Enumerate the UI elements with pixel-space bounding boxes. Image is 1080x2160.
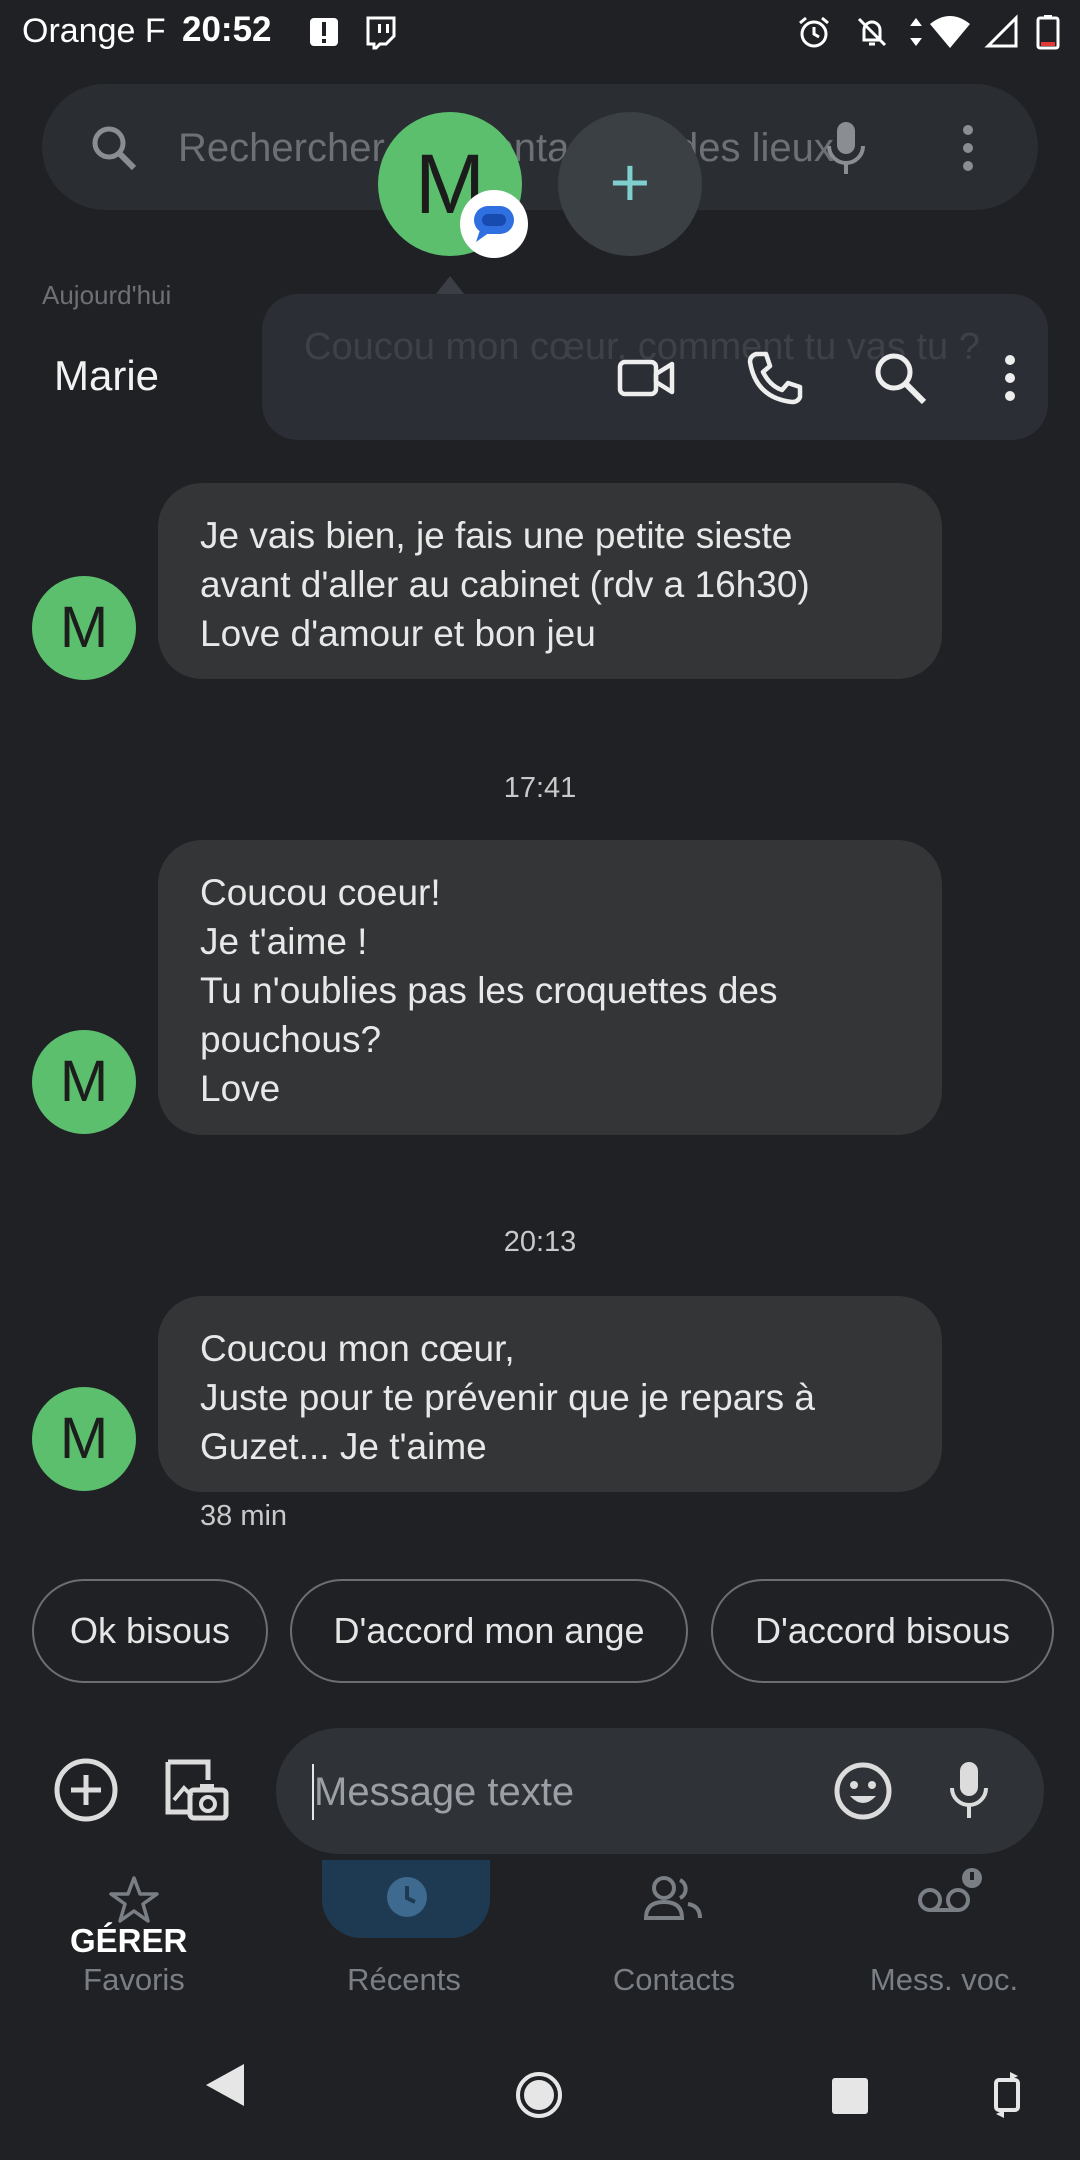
contacts-icon[interactable]	[642, 1874, 704, 1922]
twitch-icon	[366, 16, 396, 50]
smart-reply-chip[interactable]: D'accord mon ange	[290, 1579, 688, 1683]
message-line: Love	[200, 1068, 281, 1109]
voicemail-icon[interactable]	[916, 1868, 988, 1924]
recents-active-indicator	[322, 1860, 490, 1938]
smart-reply-chip[interactable]: Ok bisous	[32, 1579, 268, 1683]
mic-icon[interactable]	[824, 120, 868, 176]
messages-app-badge-icon	[460, 190, 528, 258]
wifi-icon	[930, 16, 970, 48]
section-today-label: Aujourd'hui	[42, 280, 172, 310]
alert-icon	[310, 18, 338, 46]
message-line: Tu n'oublies pas les croquettes des	[200, 970, 778, 1011]
status-bar: Orange F 20:52	[0, 0, 1080, 64]
smart-reply-chip[interactable]: D'accord bisous	[711, 1579, 1054, 1683]
nav-favoris[interactable]: Favoris	[4, 1962, 264, 1998]
gallery-camera-icon[interactable]	[160, 1754, 232, 1826]
message-timestamp: 20:13	[503, 1226, 577, 1258]
message-bubble[interactable]: Je vais bien, je fais une petite sieste …	[158, 483, 942, 679]
phone-call-icon[interactable]	[742, 346, 806, 410]
contact-name-title: Marie	[54, 352, 160, 399]
message-line: Je vais bien, je fais une petite sieste	[200, 515, 793, 556]
contacts-search-bar[interactable]: Rechercher des contacts et des lieux	[42, 84, 1038, 210]
video-call-icon[interactable]	[614, 346, 678, 410]
search-icon[interactable]	[868, 346, 932, 410]
battery-icon	[1036, 15, 1060, 50]
more-vert-icon[interactable]	[990, 346, 1030, 410]
new-bubble-plus-button[interactable]: +	[558, 112, 702, 256]
cell-signal-icon	[984, 14, 1018, 48]
message-line: Coucou coeur!	[200, 872, 441, 913]
add-attachment-icon[interactable]	[50, 1754, 122, 1826]
emoji-icon[interactable]	[832, 1760, 894, 1822]
message-line: Juste pour te prévenir que je repars à	[200, 1377, 815, 1418]
message-line: Je t'aime !	[200, 921, 368, 962]
contact-avatar[interactable]: M	[32, 576, 136, 680]
message-line: avant d'aller au cabinet (rdv a 16h30)	[200, 564, 810, 605]
home-nav-icon[interactable]	[514, 2070, 564, 2120]
star-icon[interactable]	[108, 1874, 160, 1926]
nav-contacts[interactable]: Contacts	[544, 1962, 804, 1998]
message-line: Love d'amour et bon jeu	[200, 613, 596, 654]
alarm-icon	[799, 16, 829, 48]
message-bubble[interactable]: Coucou coeur! Je t'aime ! Tu n'oublies p…	[158, 840, 942, 1135]
contact-avatar[interactable]: M	[32, 1030, 136, 1134]
search-icon	[92, 126, 137, 171]
message-input-placeholder: Message texte	[314, 1770, 575, 1814]
message-timestamp: 17:41	[503, 772, 577, 804]
clock-icon	[387, 1877, 427, 1917]
clock: 20:52	[182, 10, 272, 49]
nav-voicemail[interactable]: Mess. voc.	[814, 1962, 1074, 1998]
message-line: Guzet... Je t'aime	[200, 1426, 487, 1467]
message-bubble[interactable]: Coucou mon cœur, Juste pour te prévenir …	[158, 1296, 942, 1492]
notifications-off-icon	[857, 17, 887, 47]
more-vert-icon[interactable]	[960, 124, 976, 172]
message-line: Coucou mon cœur,	[200, 1328, 515, 1369]
voice-input-mic-icon[interactable]	[946, 1760, 992, 1822]
rotate-nav-icon[interactable]	[990, 2070, 1024, 2120]
nav-recents[interactable]: Récents	[274, 1962, 534, 1998]
overview-nav-icon[interactable]	[830, 2076, 870, 2116]
message-age: 38 min	[200, 1500, 288, 1532]
back-nav-icon[interactable]	[202, 2060, 248, 2110]
contact-avatar[interactable]: M	[32, 1387, 136, 1491]
bubble-pointer	[436, 276, 464, 294]
carrier-name: Orange F	[22, 12, 166, 50]
message-line: pouchous?	[200, 1019, 382, 1060]
manage-button[interactable]: GÉRER	[70, 1922, 187, 1960]
message-input[interactable]: Message texte	[276, 1728, 1044, 1854]
